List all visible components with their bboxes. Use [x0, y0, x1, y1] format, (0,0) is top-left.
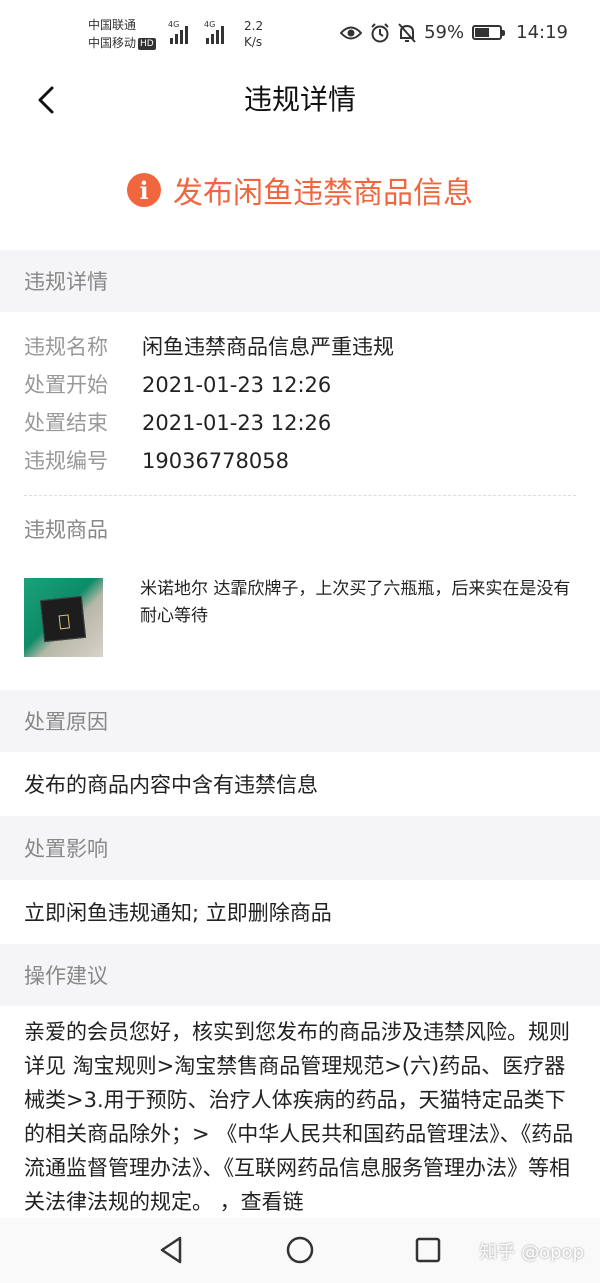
- detail-label: 处置开始: [24, 373, 108, 397]
- suggestion-text: 亲爱的会员您好，核实到您发布的商品涉及违禁风险。规则详见 淘宝规则>淘宝禁售商品…: [24, 1020, 574, 1214]
- home-circle-icon: [286, 1236, 314, 1264]
- carrier-1: 中国联通: [88, 18, 137, 32]
- network-type-2: 4G: [204, 20, 216, 29]
- goods-label: 违规商品: [24, 518, 108, 542]
- carrier-info: 中国联通 中国移动 HD: [88, 16, 156, 52]
- detail-row: 违规编号 19036778058: [0, 442, 600, 480]
- detail-value: 闲鱼违禁商品信息严重违规: [142, 335, 394, 359]
- mute-bell-icon: [398, 22, 416, 43]
- nav-back-button[interactable]: [156, 1234, 188, 1266]
- system-nav-bar: 知乎 @opop: [0, 1218, 600, 1283]
- detail-label: 违规编号: [24, 449, 108, 473]
- impact-text: 立即闲鱼违规通知; 立即删除商品: [24, 901, 332, 925]
- hd-badge: HD: [138, 37, 156, 50]
- status-right: 59% 14:19: [340, 22, 568, 43]
- network-speed: 2.2 K/s: [244, 18, 263, 50]
- detail-label: 处置结束: [24, 411, 108, 435]
- alert-text: 发布闲鱼违禁商品信息: [173, 176, 473, 211]
- carrier-2: 中国移动: [88, 36, 137, 50]
- header: 违规详情: [0, 70, 600, 130]
- status-bar: 中国联通 中国移动 HD 4G 4G 2.2 K/s 59% 14:19: [0, 0, 600, 70]
- detail-row: 处置结束 2021-01-23 12:26: [0, 404, 600, 442]
- section-header-suggestion: 操作建议: [0, 944, 600, 1006]
- back-triangle-icon: [160, 1236, 182, 1264]
- detail-row: 违规名称 闲鱼违禁商品信息严重违规: [0, 328, 600, 366]
- goods-description[interactable]: 米诺地尔 达霏欣牌子，上次买了六瓶瓶，后来实在是没有耐心等待: [140, 576, 576, 630]
- exclamation-icon: i: [127, 173, 161, 207]
- section-header-details: 违规详情: [0, 250, 600, 312]
- detail-value: 2021-01-23 12:26: [142, 411, 332, 435]
- nav-home-button[interactable]: [284, 1234, 316, 1266]
- detail-value: 2021-01-23 12:26: [142, 373, 332, 397]
- recents-square-icon: [415, 1237, 441, 1263]
- alarm-icon: [371, 22, 389, 42]
- detail-label: 违规名称: [24, 335, 108, 359]
- nav-recents-button[interactable]: [412, 1234, 444, 1266]
- clock: 14:19: [516, 22, 568, 43]
- battery-percent: 59%: [424, 22, 465, 43]
- eye-icon: [340, 26, 363, 39]
- watermark: 知乎 @opop: [479, 1242, 584, 1263]
- signal-icon: 4G: [168, 20, 188, 44]
- violation-alert: i 发布闲鱼违禁商品信息: [0, 160, 600, 220]
- goods-thumbnail[interactable]: [24, 578, 103, 657]
- battery-icon: [472, 25, 506, 40]
- section-header-impact: 处置影响: [0, 816, 600, 880]
- signal-icon-2: 4G: [204, 20, 224, 44]
- divider: [24, 495, 576, 496]
- speed-unit: K/s: [244, 35, 263, 49]
- speed-value: 2.2: [244, 19, 264, 33]
- section-header-reason: 处置原因: [0, 690, 600, 752]
- page-title: 违规详情: [243, 83, 356, 116]
- detail-row: 处置开始 2021-01-23 12:26: [0, 366, 600, 404]
- product-box-image: [39, 595, 87, 643]
- reason-text: 发布的商品内容中含有违禁信息: [24, 773, 318, 797]
- network-type-1: 4G: [168, 20, 180, 29]
- detail-value: 19036778058: [142, 449, 289, 473]
